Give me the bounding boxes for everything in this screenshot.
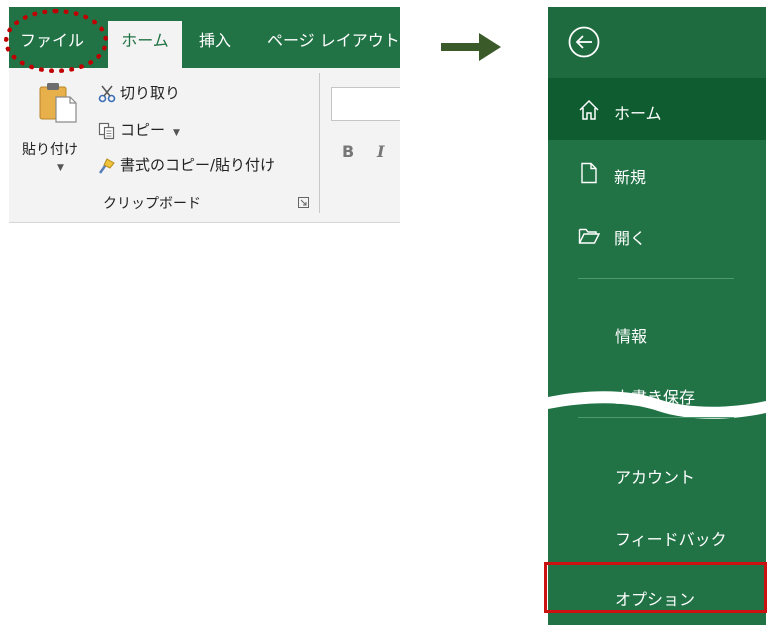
backstage-item-account[interactable]: アカウント [548,445,766,505]
italic-button[interactable]: I [377,142,384,161]
copy-label: コピー [120,121,166,139]
backstage-item-label: 開く [614,229,647,248]
copy-icon [98,122,115,139]
font-name-box[interactable] [331,87,400,121]
backstage-item-label: ホーム [614,104,662,123]
backstage-item-info[interactable]: 情報 [548,304,766,364]
format-painter-label: 書式のコピー/貼り付け [120,156,276,174]
format-painter-icon [98,157,115,174]
clipboard-group: 貼り付け ▼ 切り取り コピー ▼ 書式のコピー/貼り付け クリップボード [9,68,319,220]
back-button[interactable] [548,7,766,78]
excel-ribbon: ファイル ホーム 挿入 ページ レイアウト 貼り付け ▼ 切り取り コピー ▼ … [4,7,400,223]
copy-button[interactable]: コピー ▼ [98,119,180,140]
copy-dropdown-icon[interactable]: ▼ [173,128,180,138]
cut-label: 切り取り [120,84,181,102]
backstage-item-open[interactable]: 開く [548,205,766,265]
backstage-item-label: フィードバック [615,530,727,549]
open-folder-icon [578,228,600,244]
home-icon [579,99,599,120]
tab-home[interactable]: ホーム [108,21,182,68]
options-highlight [544,562,767,613]
backstage-item-label: 情報 [615,327,648,346]
file-tab-highlight [4,9,108,73]
dialog-launcher-icon[interactable] [298,197,309,208]
format-painter-button[interactable]: 書式のコピー/貼り付け [98,154,275,175]
backstage-item-label: アカウント [615,468,696,487]
group-separator [319,73,320,213]
backstage-menu: ホーム 新規 開く 情報 上書き保存 アカウント フィードバック オプション [548,7,766,625]
backstage-item-home[interactable]: ホーム [548,78,766,140]
paste-dropdown-icon[interactable]: ▼ [57,163,64,173]
paste-icon[interactable] [38,81,78,123]
back-arrow-icon [568,26,600,58]
scissors-icon [98,85,116,102]
cut-button[interactable]: 切り取り [98,82,180,103]
bold-button[interactable]: B [342,142,354,161]
backstage-item-new[interactable]: 新規 [548,143,766,203]
tab-page-layout[interactable]: ページ レイアウト [267,27,400,51]
tab-insert[interactable]: 挿入 [199,27,231,51]
backstage-item-label: 新規 [614,168,647,187]
clipboard-group-label: クリップボード [103,196,201,212]
paste-button-label[interactable]: 貼り付け [22,139,78,159]
backstage-divider [578,417,734,418]
backstage-item-feedback[interactable]: フィードバック [548,507,766,567]
new-document-icon [581,162,597,184]
right-arrow-icon [441,33,501,61]
backstage-divider [578,278,734,279]
